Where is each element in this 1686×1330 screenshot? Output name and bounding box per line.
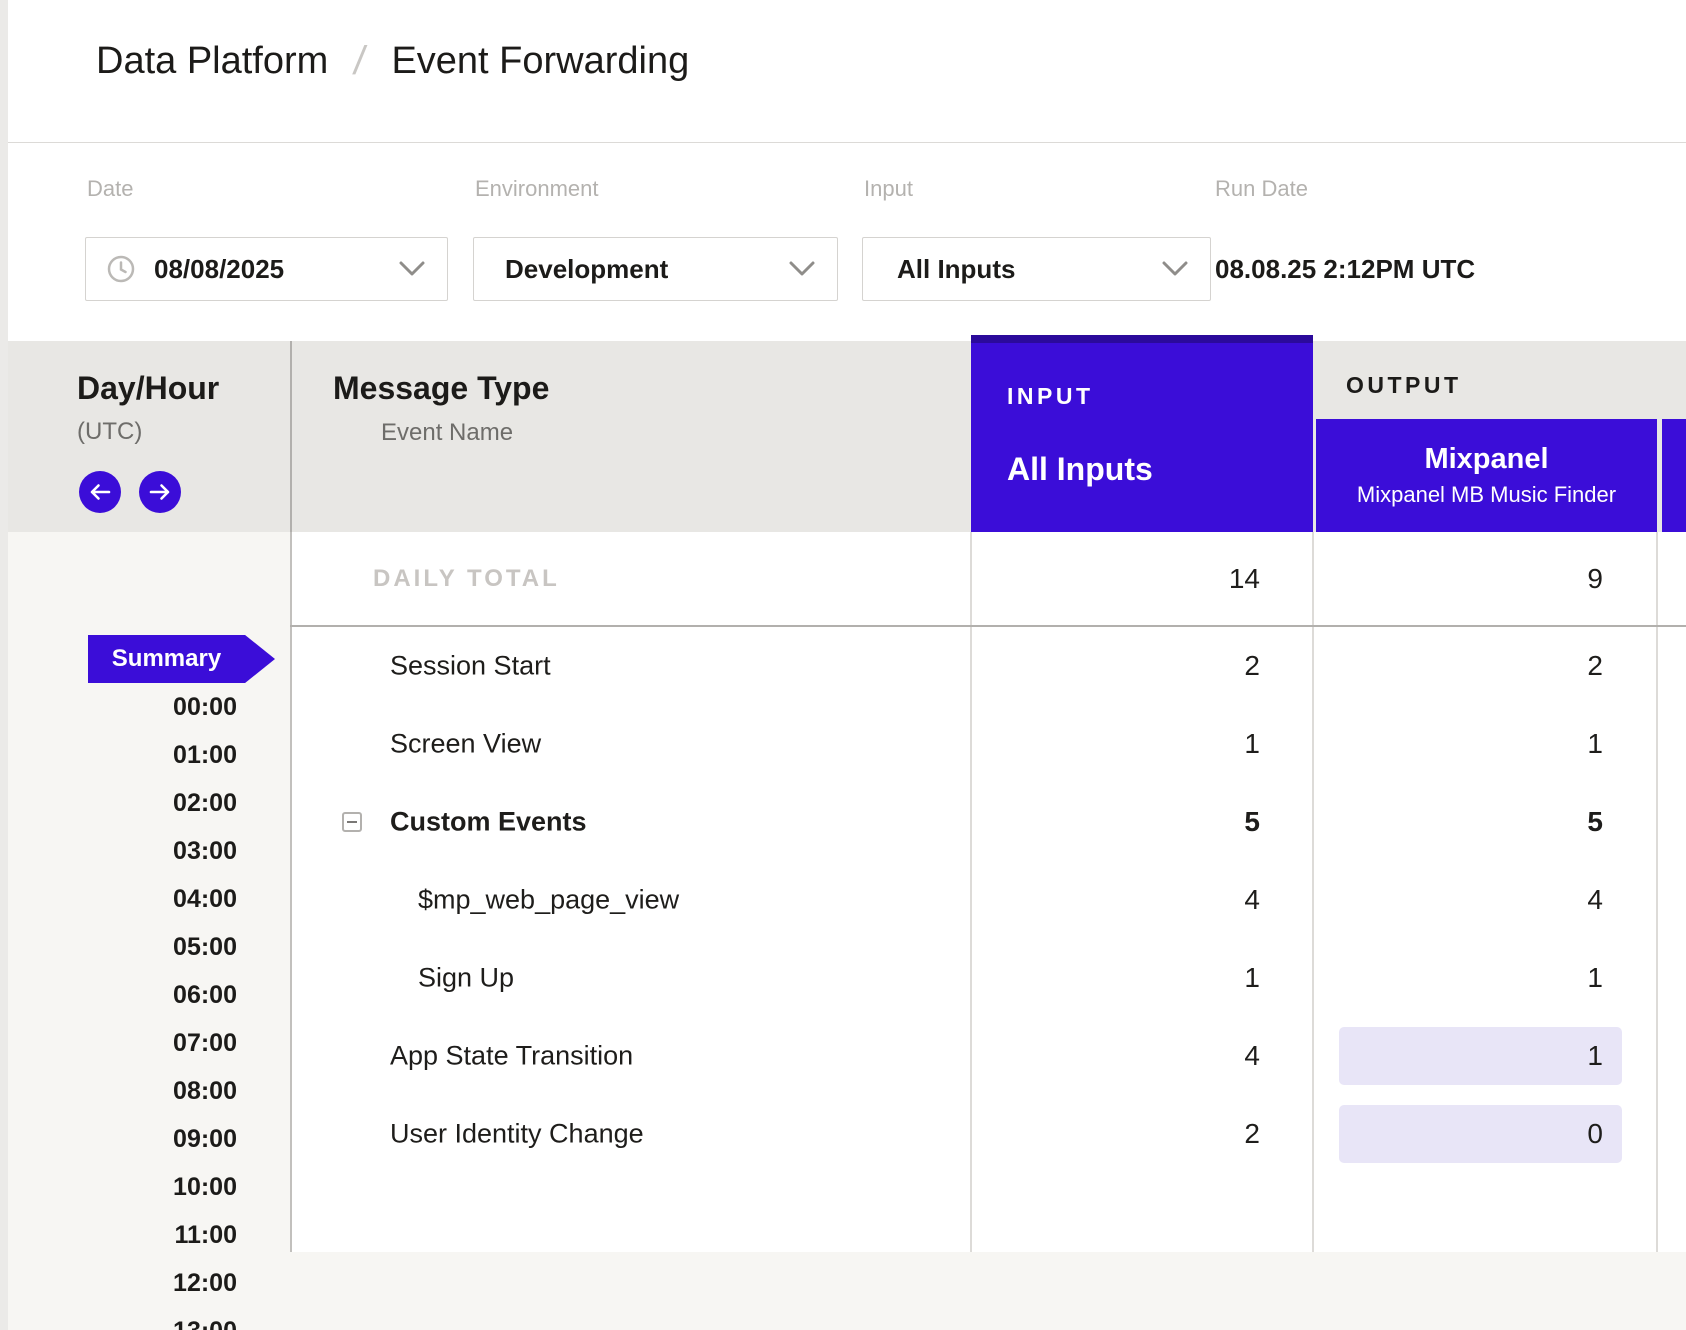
- hour-tick[interactable]: 13:00: [173, 1318, 237, 1330]
- hour-tick[interactable]: 12:00: [173, 1270, 237, 1296]
- hour-nav: Summary 00:00 01:00 02:00 03:00 04:00 05:00 06…: [0, 0, 1686, 1330]
- hour-tick[interactable]: 06:00: [173, 982, 237, 1008]
- summary-badge[interactable]: Summary: [88, 635, 275, 683]
- hour-tick[interactable]: 09:00: [173, 1126, 237, 1152]
- hour-tick[interactable]: 00:00: [173, 694, 237, 720]
- hour-tick[interactable]: 08:00: [173, 1078, 237, 1104]
- hour-tick[interactable]: 10:00: [173, 1174, 237, 1200]
- hour-tick[interactable]: 02:00: [173, 790, 237, 816]
- hour-tick[interactable]: 11:00: [174, 1222, 237, 1248]
- hour-tick[interactable]: 04:00: [173, 886, 237, 912]
- hour-tick[interactable]: 07:00: [173, 1030, 237, 1056]
- event-forwarding-page: Data Platform / Event Forwarding Date En…: [0, 0, 1686, 1330]
- hour-tick[interactable]: 05:00: [173, 934, 237, 960]
- hour-tick[interactable]: 03:00: [173, 838, 237, 864]
- hour-tick[interactable]: 01:00: [173, 742, 237, 768]
